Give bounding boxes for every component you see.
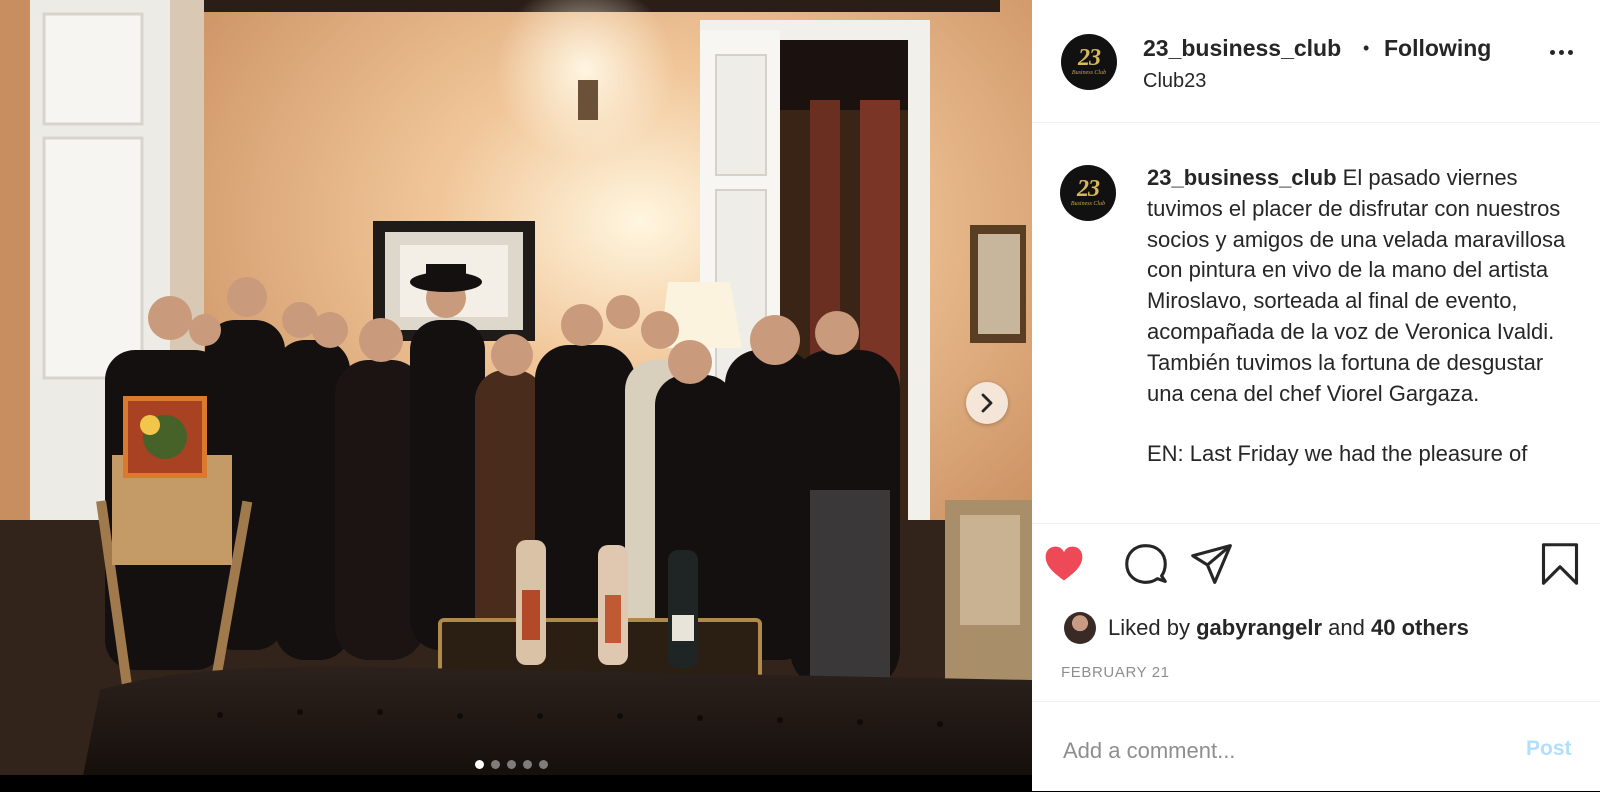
carousel-dot xyxy=(475,760,484,769)
next-slide-button[interactable] xyxy=(966,382,1008,424)
liker-username-link[interactable]: gabyrangelr xyxy=(1196,615,1322,641)
bookmark-icon xyxy=(1541,543,1579,585)
caption-avatar-logo-number: 23 xyxy=(1077,176,1100,202)
liker-avatar[interactable] xyxy=(1064,612,1096,644)
carousel-dot xyxy=(491,760,500,769)
event-photo-scene xyxy=(0,0,1032,791)
more-dots-icon xyxy=(1550,50,1555,55)
post-photo[interactable] xyxy=(0,0,1032,791)
save-button[interactable] xyxy=(1538,542,1582,591)
carousel-dot xyxy=(539,760,548,769)
likes-others-link[interactable]: 40 others xyxy=(1371,615,1469,641)
caption-username-link[interactable]: 23_business_club xyxy=(1147,165,1337,190)
action-bar xyxy=(1032,542,1600,592)
header-separator: • xyxy=(1363,38,1370,58)
paper-plane-icon xyxy=(1191,544,1232,584)
liked-by-prefix: Liked by xyxy=(1108,615,1190,640)
chevron-right-icon xyxy=(981,393,993,413)
avatar-logo-number: 23 xyxy=(1078,45,1101,71)
carousel-dots xyxy=(475,760,548,769)
share-button[interactable] xyxy=(1190,542,1234,591)
post-header: 23 Business Club 23_business_club • Foll… xyxy=(1032,0,1600,123)
comment-bar: Post xyxy=(1032,701,1600,792)
instagram-post: 23 Business Club 23_business_club • Foll… xyxy=(0,0,1600,791)
carousel-dot xyxy=(523,760,532,769)
likes-summary: Liked by gabyrangelr and 40 others xyxy=(1064,610,1469,646)
caption-avatar-logo-label: Business Club xyxy=(1070,201,1106,207)
header-username-link[interactable]: 23_business_club xyxy=(1143,35,1341,62)
like-button[interactable] xyxy=(1042,542,1086,591)
caption-body-en: EN: Last Friday we had the pleasure of xyxy=(1147,441,1528,467)
avatar-logo-label: Business Club xyxy=(1071,70,1107,76)
profile-avatar[interactable]: 23 Business Club xyxy=(1061,34,1117,90)
caption-text: 23_business_club El pasado viernes tuvim… xyxy=(1147,163,1577,500)
more-options-button[interactable] xyxy=(1550,50,1573,55)
comment-input[interactable] xyxy=(1063,736,1483,766)
following-button[interactable]: Following xyxy=(1384,35,1491,62)
caption-body: El pasado viernes tuvimos el placer de d… xyxy=(1147,165,1566,406)
post-date[interactable]: FEBRUARY 21 xyxy=(1061,664,1170,681)
location-link[interactable]: Club23 xyxy=(1143,70,1206,93)
comment-button[interactable] xyxy=(1124,542,1168,591)
post-side-panel: 23 Business Club 23_business_club • Foll… xyxy=(1032,0,1600,791)
heart-filled-icon xyxy=(1045,546,1083,581)
comment-bubble-icon xyxy=(1125,544,1167,584)
carousel-dot xyxy=(507,760,516,769)
likes-joiner: and xyxy=(1328,615,1365,640)
caption-section[interactable]: 23 Business Club 23_business_club El pas… xyxy=(1032,123,1600,524)
post-comment-button[interactable]: Post xyxy=(1526,737,1572,761)
caption-avatar[interactable]: 23 Business Club xyxy=(1060,165,1116,221)
